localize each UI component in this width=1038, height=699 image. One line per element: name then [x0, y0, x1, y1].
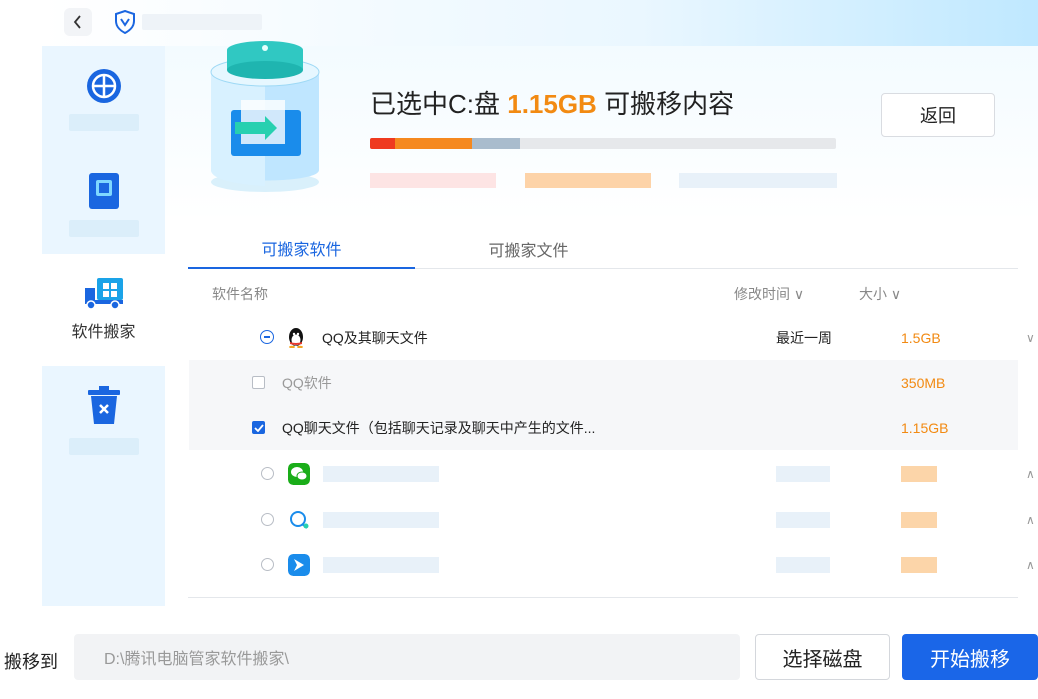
- summary-size: 1.15GB: [507, 89, 597, 119]
- name-placeholder: [323, 512, 439, 528]
- trash-icon: [87, 386, 120, 424]
- summary-headline: 已选中C:盘 1.15GB 可搬移内容: [370, 84, 734, 121]
- radio-button[interactable]: [261, 558, 274, 571]
- progress-segment: [370, 138, 395, 149]
- row-time: 最近一周: [776, 329, 832, 346]
- time-placeholder: [776, 466, 830, 482]
- disk-icon: [88, 173, 119, 209]
- main-content: 已选中C:盘 1.15GB 可搬移内容 返回 可搬家软件 可搬家文件 软件名称 …: [165, 41, 1038, 606]
- storage-jar-illustration-icon: [210, 41, 320, 192]
- checkbox-qq-chat[interactable]: [252, 421, 265, 434]
- sidebar-item-clean[interactable]: [42, 46, 165, 146]
- title-bar: [42, 0, 1038, 46]
- checkbox-qq-software[interactable]: [252, 376, 265, 389]
- table-row-chat[interactable]: ∧: [189, 497, 1035, 542]
- row-name: QQ及其聊天文件: [322, 329, 428, 346]
- storage-progress-bar: [370, 138, 836, 149]
- radio-button[interactable]: [261, 467, 274, 480]
- size-placeholder: [901, 466, 937, 482]
- table-row-qq[interactable]: QQ及其聊天文件 最近一周 1.5GB ∨: [189, 315, 1035, 360]
- table-row-qq-software[interactable]: QQ软件 350MB: [189, 360, 1018, 405]
- chevron-down-icon: ∨: [890, 286, 902, 302]
- column-header-time[interactable]: 修改时间 ∨: [734, 284, 804, 304]
- column-header-size[interactable]: 大小 ∨: [859, 284, 901, 304]
- sidebar-item-disk[interactable]: [42, 158, 165, 254]
- clean-icon: [86, 69, 121, 103]
- chevron-left-icon: [73, 15, 81, 29]
- time-placeholder: [776, 512, 830, 528]
- move-to-label: 搬移到: [4, 652, 58, 672]
- row-size: 350MB: [901, 374, 946, 391]
- column-header-name: 软件名称: [212, 286, 268, 302]
- wechat-icon: [288, 463, 310, 485]
- sidebar-item-placeholder: [68, 220, 139, 237]
- sidebar: 软件搬家: [42, 46, 165, 606]
- sidebar-item-placeholder: [68, 114, 139, 131]
- legend-placeholder: [679, 173, 837, 188]
- table-row-file-send[interactable]: ∧: [189, 542, 1035, 587]
- return-button[interactable]: 返回: [881, 93, 995, 137]
- name-placeholder: [323, 557, 439, 573]
- sidebar-item-uninstall[interactable]: [42, 382, 165, 472]
- chevron-down-icon[interactable]: ∨: [1026, 331, 1035, 345]
- radio-button[interactable]: [261, 513, 274, 526]
- progress-segment: [471, 138, 521, 149]
- row-size: 1.5GB: [901, 329, 941, 346]
- chevron-up-icon[interactable]: ∧: [1026, 467, 1035, 481]
- table-row-wechat[interactable]: ∧: [189, 451, 1035, 496]
- name-placeholder: [323, 466, 439, 482]
- column-header-time-label: 修改时间: [734, 286, 790, 302]
- chevron-up-icon[interactable]: ∧: [1026, 513, 1035, 527]
- tab-files[interactable]: 可搬家文件: [415, 229, 642, 269]
- size-placeholder: [901, 512, 937, 528]
- sidebar-item-software-move[interactable]: 软件搬家: [42, 254, 165, 366]
- back-button[interactable]: [64, 8, 92, 36]
- file-send-icon: [288, 554, 310, 576]
- chevron-down-icon: ∨: [793, 286, 805, 302]
- row-name: QQ聊天文件（包括聊天记录及聊天中产生的文件...: [282, 419, 596, 436]
- tab-software[interactable]: 可搬家软件: [188, 229, 415, 269]
- sidebar-item-label: 软件搬家: [71, 324, 136, 341]
- shield-logo-icon: [115, 10, 135, 34]
- time-placeholder: [776, 557, 830, 573]
- destination-path-input[interactable]: [74, 634, 740, 680]
- checkmark-icon: [253, 423, 264, 432]
- app-window: 软件搬家 已选中C:盘 1.15GB 可搬移内容 返回 可搬家软件 可搬家文件 …: [42, 0, 1038, 606]
- chat-bubble-icon: [290, 511, 309, 529]
- summary-panel: 已选中C:盘 1.15GB 可搬移内容 返回: [165, 41, 1038, 221]
- legend-placeholder: [370, 173, 496, 188]
- summary-prefix: 已选中C:盘: [370, 89, 508, 119]
- progress-segment: [394, 138, 472, 149]
- row-size: 1.15GB: [901, 419, 949, 436]
- start-move-button[interactable]: 开始搬移: [902, 634, 1038, 680]
- summary-suffix: 可搬移内容: [596, 89, 735, 119]
- truck-icon: [84, 278, 123, 310]
- chevron-up-icon[interactable]: ∧: [1026, 558, 1035, 572]
- collapse-toggle[interactable]: [260, 330, 274, 344]
- list-divider: [188, 597, 1018, 598]
- tab-bar: 可搬家软件 可搬家文件: [188, 229, 1018, 269]
- sidebar-item-placeholder: [68, 438, 139, 455]
- column-header-size-label: 大小: [859, 286, 887, 302]
- title-placeholder: [142, 14, 262, 30]
- row-name: QQ软件: [282, 374, 332, 391]
- size-placeholder: [901, 557, 937, 573]
- table-row-qq-chat[interactable]: QQ聊天文件（包括聊天记录及聊天中产生的文件... 1.15GB: [189, 405, 1018, 450]
- qq-penguin-icon: [289, 328, 303, 348]
- select-disk-button[interactable]: 选择磁盘: [755, 634, 890, 680]
- legend-placeholder: [525, 173, 651, 188]
